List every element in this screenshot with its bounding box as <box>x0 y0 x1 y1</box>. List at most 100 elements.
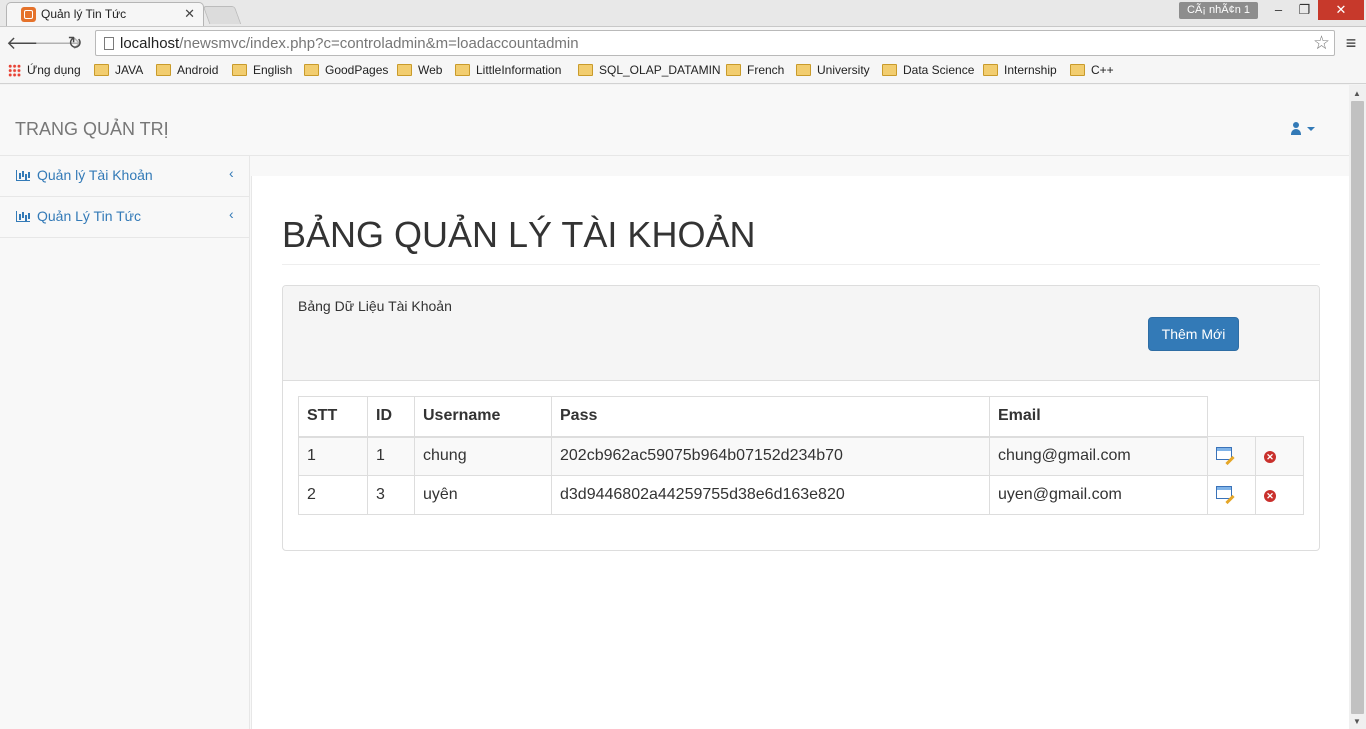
reload-icon[interactable]: ↻ <box>64 32 86 54</box>
bookmark-label: Ứng dụng <box>27 63 81 77</box>
cell-id: 3 <box>367 475 415 515</box>
delete-cell: ✕ <box>1255 436 1304 476</box>
column-header-id[interactable]: ID <box>367 396 415 438</box>
bookmark-c[interactable]: C++ <box>1070 63 1114 77</box>
cell-username: chung <box>414 436 552 476</box>
folder-icon <box>796 64 811 76</box>
bookmarks-bar: Ứng dụng JAVA Android English GoodPages Web Li… <box>0 59 1366 84</box>
cell-stt: 1 <box>298 436 368 476</box>
folder-icon <box>304 64 319 76</box>
delete-icon[interactable]: ✕ <box>1264 490 1276 502</box>
new-tab-button[interactable] <box>202 6 242 24</box>
add-new-button[interactable]: Thêm Mới <box>1148 317 1239 351</box>
restore-button[interactable]: ❐ <box>1291 0 1318 20</box>
folder-icon <box>455 64 470 76</box>
bookmark-internship[interactable]: Internship <box>983 63 1057 77</box>
close-window-button[interactable]: ✕ <box>1318 0 1364 20</box>
cell-stt: 2 <box>298 475 368 515</box>
page-wrapper: BẢNG QUẢN LÝ TÀI KHOẢN Bảng Dữ Liệu Tài … <box>251 176 1349 729</box>
url-path: /newsmvc/index.php?c=controladmin&m=load… <box>179 35 579 52</box>
browser-titlebar: Quản lý Tin Tức ✕ CÃ¡ nhÃ¢n 1 – ❐ ✕ <box>0 0 1366 26</box>
top-navbar: TRANG QUẢN TRỊ <box>0 85 1349 156</box>
back-arrow-icon[interactable]: 🡐 <box>6 32 54 54</box>
brand-title[interactable]: TRANG QUẢN TRỊ <box>15 119 169 140</box>
tab-favicon-icon <box>21 7 36 22</box>
cell-email: uyen@gmail.com <box>989 475 1208 515</box>
bookmark-label: University <box>817 63 870 77</box>
bookmark-university[interactable]: University <box>796 63 870 77</box>
sidebar-item-news[interactable]: Quản Lý Tin Tức ‹ <box>0 197 250 238</box>
bookmark-ng-d-ng[interactable]: Ứng dụng <box>8 63 81 77</box>
browser-menu-icon[interactable]: ≡ <box>1340 32 1362 54</box>
cell-id: 1 <box>367 436 415 476</box>
bookmark-label: Internship <box>1004 63 1057 77</box>
address-bar[interactable]: localhost/newsmvc/index.php?c=controladm… <box>95 30 1335 56</box>
table-header-row: STT ID Username Pass Email <box>298 396 1304 438</box>
scroll-down-icon[interactable]: ▼ <box>1353 717 1361 726</box>
bookmark-label: Data Science <box>903 63 975 77</box>
bookmark-french[interactable]: French <box>726 63 784 77</box>
delete-icon[interactable]: ✕ <box>1264 451 1276 463</box>
column-header-email[interactable]: Email <box>989 396 1208 438</box>
folder-icon <box>726 64 741 76</box>
bookmark-star-icon[interactable]: ☆ <box>1313 32 1330 55</box>
minimize-button[interactable]: – <box>1265 0 1292 20</box>
browser-tab[interactable]: Quản lý Tin Tức ✕ <box>6 2 204 26</box>
folder-icon <box>397 64 412 76</box>
bookmark-littleinformation[interactable]: LittleInformation <box>455 63 561 77</box>
sidebar-item-label: Quản lý Tài Khoản <box>37 167 153 183</box>
bookmark-label: SQL_OLAP_DATAMIN <box>599 63 721 77</box>
bookmark-label: LittleInformation <box>476 63 562 77</box>
column-header-username[interactable]: Username <box>414 396 552 438</box>
tab-title: Quản lý Tin Tức <box>41 7 127 21</box>
bookmark-goodpages[interactable]: GoodPages <box>304 63 388 77</box>
folder-icon <box>882 64 897 76</box>
apps-icon <box>8 63 21 77</box>
chevron-left-icon: ‹ <box>229 165 234 181</box>
bookmark-label: JAVA <box>115 63 144 77</box>
tab-close-icon[interactable]: ✕ <box>184 6 195 22</box>
cell-pass: d3d9446802a44259755d38e6d163e820 <box>551 475 990 515</box>
bookmark-data-science[interactable]: Data Science <box>882 63 974 77</box>
profile-button[interactable]: CÃ¡ nhÃ¢n 1 <box>1179 2 1258 19</box>
bookmark-label: Web <box>418 63 443 77</box>
folder-icon <box>232 64 247 76</box>
sidebar: Quản lý Tài Khoản ‹ Quản Lý Tin Tức ‹ <box>0 156 250 729</box>
bookmark-label: French <box>747 63 785 77</box>
page-icon <box>104 37 114 50</box>
panel-title: Bảng Dữ Liệu Tài Khoản <box>298 298 452 314</box>
table-row: 2 3 uyên d3d9446802a44259755d38e6d163e82… <box>298 475 1304 515</box>
column-header-blank <box>1207 396 1256 437</box>
bookmark-label: English <box>253 63 293 77</box>
url-host: localhost <box>120 35 180 52</box>
bookmark-sql-olap-datamin[interactable]: SQL_OLAP_DATAMIN <box>578 63 721 77</box>
bookmark-web[interactable]: Web <box>397 63 442 77</box>
scroll-up-icon[interactable]: ▲ <box>1353 89 1361 98</box>
cell-email: chung@gmail.com <box>989 436 1208 476</box>
table-row: 1 1 chung 202cb962ac59075b964b07152d234b… <box>298 436 1304 476</box>
edit-icon[interactable] <box>1216 486 1232 499</box>
forward-arrow-icon[interactable]: 🡒 <box>34 32 82 54</box>
accounts-table: STT ID Username Pass Email 1 1 chung 202… <box>298 396 1304 515</box>
bookmark-java[interactable]: JAVA <box>94 63 143 77</box>
cell-username: uyên <box>414 475 552 515</box>
user-dropdown[interactable] <box>1290 122 1315 135</box>
folder-icon <box>983 64 998 76</box>
delete-cell: ✕ <box>1255 475 1304 515</box>
page-title: BẢNG QUẢN LÝ TÀI KHOẢN <box>282 214 756 255</box>
bar-chart-icon <box>16 211 30 222</box>
column-header-pass[interactable]: Pass <box>551 396 990 438</box>
column-header-stt[interactable]: STT <box>298 396 368 438</box>
bookmark-label: C++ <box>1091 63 1114 77</box>
url-text: localhost/newsmvc/index.php?c=controladm… <box>120 35 579 52</box>
edit-icon[interactable] <box>1216 447 1232 460</box>
scrollbar-thumb[interactable] <box>1351 101 1364 714</box>
sidebar-item-accounts[interactable]: Quản lý Tài Khoản ‹ <box>0 156 250 197</box>
bookmark-android[interactable]: Android <box>156 63 218 77</box>
bookmark-english[interactable]: English <box>232 63 292 77</box>
folder-icon <box>1070 64 1085 76</box>
edit-cell <box>1207 436 1256 476</box>
vertical-scrollbar[interactable]: ▲ ▼ <box>1349 85 1366 729</box>
folder-icon <box>94 64 109 76</box>
column-header-blank <box>1255 396 1304 437</box>
